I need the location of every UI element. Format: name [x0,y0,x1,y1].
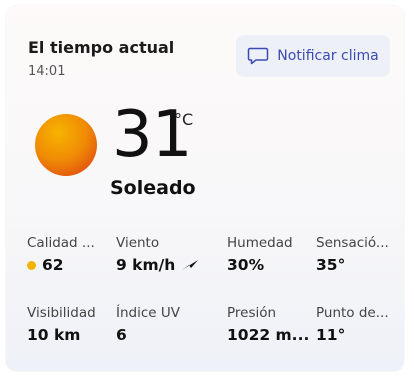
humidity-stat[interactable]: Humedad 30% [227,234,319,275]
dew-point-value: 11° [316,326,346,344]
pressure-label: Presión [227,305,277,321]
pressure-stat[interactable]: Presión 1022 m... [227,304,313,345]
notify-weather-label: Notificar clima [277,48,379,64]
air-quality-value: 62 [42,256,64,274]
visibility-value-row: 10 km [27,325,119,345]
dew-point-stat[interactable]: Punto de... 11° [316,304,398,345]
uv-index-stat[interactable]: Índice UV 6 [116,304,208,345]
last-updated-time: 14:01 [28,64,66,79]
humidity-label: Humedad [227,235,293,251]
temperature-unit: °C [174,110,194,129]
dew-point-value-row: 11° [316,325,398,345]
wind-value: 9 km/h [116,256,176,274]
air-quality-label: Calidad ... [27,235,95,251]
notify-weather-button[interactable]: Notificar clima [236,35,390,77]
uv-index-label: Índice UV [116,305,180,321]
air-quality-stat[interactable]: Calidad ... 62 [27,234,119,275]
current-weather-card: El tiempo actual 14:01 Notificar clima 3… [6,6,404,371]
visibility-label: Visibilidad [27,305,96,321]
pressure-value: 1022 m... [227,326,310,344]
wind-value-row: 9 km/h [116,255,220,275]
feels-like-stat[interactable]: Sensació... 35° [316,234,398,275]
wind-label: Viento [116,235,160,251]
air-quality-value-row: 62 [27,255,119,275]
sun-icon [35,114,97,176]
dew-point-label: Punto de... [316,305,389,321]
wind-direction-arrow-icon [182,260,199,270]
pressure-value-row: 1022 m... [227,325,313,345]
humidity-value: 30% [227,256,265,274]
feels-like-value: 35° [316,256,346,274]
wind-stat[interactable]: Viento 9 km/h [116,234,220,275]
air-quality-status-dot-icon [27,260,36,270]
feels-like-value-row: 35° [316,255,398,275]
uv-index-value-row: 6 [116,325,208,345]
weather-condition: Soleado [110,177,196,199]
card-title: El tiempo actual [28,38,175,57]
feels-like-label: Sensació... [316,235,389,251]
visibility-stat[interactable]: Visibilidad 10 km [27,304,119,345]
uv-index-value: 6 [116,326,127,344]
chat-bubble-icon [248,47,269,65]
humidity-value-row: 30% [227,255,319,275]
visibility-value: 10 km [27,326,81,344]
